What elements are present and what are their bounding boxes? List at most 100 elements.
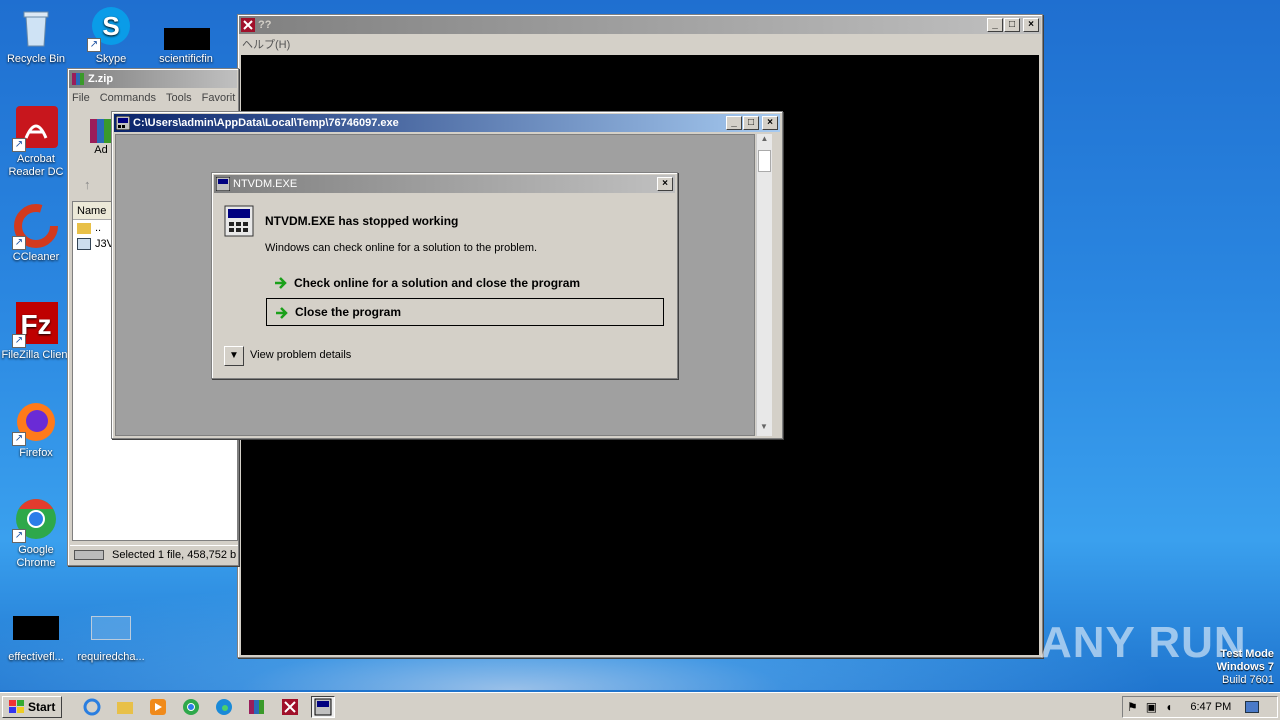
scroll-up-arrow-icon[interactable]: ▲ — [757, 134, 772, 148]
start-button[interactable]: Start — [2, 695, 63, 718]
dialog-title: NTVDM.EXE — [233, 178, 298, 190]
test-mode-notice: Test Mode Windows 7 Build 7601 — [1216, 648, 1274, 686]
show-desktop-icon[interactable] — [1245, 701, 1260, 713]
blank-file-icon — [89, 604, 133, 648]
flag-icon[interactable]: ⚑ — [1127, 700, 1138, 714]
windows-logo-icon — [9, 699, 24, 713]
close-program-button[interactable]: Close the program — [266, 298, 664, 326]
console-app-icon — [216, 177, 230, 191]
svg-text:S: S — [102, 11, 119, 41]
volume-icon[interactable]: ◖ — [1165, 700, 1172, 714]
desktop-icon-requiredcha[interactable]: requiredcha... — [75, 604, 147, 664]
minimize-button[interactable]: _ — [987, 18, 1003, 32]
menu-favorites[interactable]: Favorit — [202, 92, 236, 104]
winrar-titlebar[interactable]: Z.zip — [69, 70, 237, 88]
desktop-icon-label: Acrobat Reader DC — [8, 153, 64, 178]
console-titlebar[interactable]: ?? _ □ × — [239, 16, 1041, 34]
shortcut-arrow-icon: ↗ — [12, 138, 26, 152]
scroll-down-arrow-icon[interactable]: ▼ — [757, 422, 771, 436]
menu-tools[interactable]: Tools — [166, 92, 192, 104]
up-arrow-icon[interactable]: ↑ — [84, 177, 91, 192]
app-icon — [241, 18, 255, 32]
explorer-taskbar-icon[interactable] — [113, 696, 137, 718]
menu-help[interactable]: ヘルプ(H) — [242, 36, 290, 52]
status-bar: Selected 1 file, 458,752 b — [70, 545, 238, 563]
green-arrow-icon — [276, 307, 288, 319]
desktop-icon-scientificfin[interactable]: scientificfin — [150, 6, 222, 66]
desktop-icon-acrobat[interactable]: ↗ Acrobat Reader DC — [0, 106, 72, 179]
dialog-heading: NTVDM.EXE has stopped working — [265, 214, 459, 228]
column-header-name[interactable]: Name — [73, 202, 113, 220]
menu-commands[interactable]: Commands — [100, 92, 156, 104]
scroll-thumb[interactable] — [758, 150, 771, 172]
exe-file-icon — [77, 238, 91, 250]
program-icon — [224, 205, 254, 237]
skype-icon: S ↗ — [87, 6, 133, 52]
ie-taskbar-icon[interactable] — [80, 696, 104, 718]
error-dialog[interactable]: NTVDM.EXE × NTVDM.EXE has stopped workin… — [211, 172, 678, 379]
cmd-titlebar[interactable]: C:\Users\admin\AppData\Local\Temp\767460… — [114, 114, 780, 132]
desktop-icon-label: FileZilla Client — [1, 349, 71, 361]
minimize-button[interactable]: _ — [726, 116, 742, 130]
ccleaner-icon: ↗ — [12, 204, 58, 250]
drive-icon — [74, 549, 104, 560]
view-details-link[interactable]: View problem details — [250, 349, 351, 361]
window-title: C:\Users\admin\AppData\Local\Temp\767460… — [133, 117, 399, 129]
desktop-icon-label: scientificfin — [159, 53, 213, 65]
redacted-file-icon — [13, 604, 59, 648]
app-taskbar-icon[interactable] — [278, 696, 302, 718]
desktop-icon-label: Recycle Bin — [6, 53, 66, 65]
desktop-icon-effectivefl[interactable]: effectivefl... — [0, 604, 72, 664]
winrar-icon — [72, 73, 84, 85]
console-taskbar-icon[interactable] — [311, 695, 336, 718]
shortcut-arrow-icon: ↗ — [12, 334, 26, 348]
dialog-titlebar[interactable]: NTVDM.EXE × — [214, 175, 675, 193]
close-button[interactable]: × — [1023, 18, 1039, 32]
winrar-menubar: File Commands Tools Favorit — [68, 89, 238, 107]
filezilla-icon: Fz ↗ — [12, 302, 58, 348]
dialog-subtext: Windows can check online for a solution … — [265, 242, 538, 254]
check-online-button[interactable]: Check online for a solution and close th… — [266, 269, 664, 297]
chrome-icon: ↗ — [12, 497, 58, 543]
desktop-icon-label: Google Chrome — [16, 544, 56, 569]
shortcut-arrow-icon: ↗ — [12, 529, 26, 543]
console-menubar: ヘルプ(H) — [238, 35, 1042, 53]
desktop-icon-label: CCleaner — [12, 251, 60, 263]
clock[interactable]: 6:47 PM — [1190, 701, 1231, 713]
shortcut-arrow-icon: ↗ — [12, 432, 26, 446]
close-button[interactable]: × — [657, 177, 673, 191]
desktop-icon-label: effectivefl... — [8, 651, 64, 663]
taskbar: Start ⚑ ▣ ◖ 6:47 PM — [0, 692, 1280, 720]
desktop-icon-chrome[interactable]: ↗ Google Chrome — [0, 497, 72, 570]
desktop-icon-label: Firefox — [19, 447, 53, 459]
console-app-icon — [116, 116, 130, 130]
desktop-icon-label: requiredcha... — [77, 651, 145, 663]
desktop-icon-skype[interactable]: S ↗ Skype — [75, 6, 147, 66]
edge-taskbar-icon[interactable] — [212, 696, 236, 718]
system-tray: ⚑ ▣ ◖ 6:47 PM — [1122, 696, 1278, 718]
desktop-icon-filezilla[interactable]: Fz ↗ FileZilla Client — [0, 302, 72, 362]
window-title: ?? — [258, 19, 272, 31]
close-button[interactable]: × — [762, 116, 778, 130]
media-player-taskbar-icon[interactable] — [146, 696, 170, 718]
chrome-taskbar-icon[interactable] — [179, 696, 203, 718]
green-arrow-icon — [275, 277, 287, 289]
menu-file[interactable]: File — [72, 92, 90, 104]
desktop-icon-recycle-bin[interactable]: Recycle Bin — [0, 6, 72, 66]
redacted-file-icon — [164, 6, 210, 50]
desktop-icon-firefox[interactable]: ↗ Firefox — [0, 400, 72, 460]
desktop-icon-ccleaner[interactable]: ↗ CCleaner — [0, 204, 72, 264]
network-icon[interactable]: ▣ — [1146, 700, 1157, 714]
folder-icon — [77, 222, 91, 234]
vertical-scrollbar[interactable]: ▲ ▼ — [756, 134, 772, 436]
desktop-icon-label: Skype — [95, 53, 127, 65]
maximize-button[interactable]: □ — [1004, 18, 1020, 32]
firefox-icon: ↗ — [12, 400, 58, 446]
maximize-button[interactable]: □ — [743, 116, 759, 130]
chevron-down-icon[interactable]: ▼ — [224, 346, 244, 366]
shortcut-arrow-icon: ↗ — [12, 236, 26, 250]
winrar-taskbar-icon[interactable] — [245, 696, 269, 718]
recycle-bin-icon — [14, 6, 58, 50]
window-title: Z.zip — [88, 73, 114, 85]
status-text: Selected 1 file, 458,752 b — [112, 548, 237, 561]
